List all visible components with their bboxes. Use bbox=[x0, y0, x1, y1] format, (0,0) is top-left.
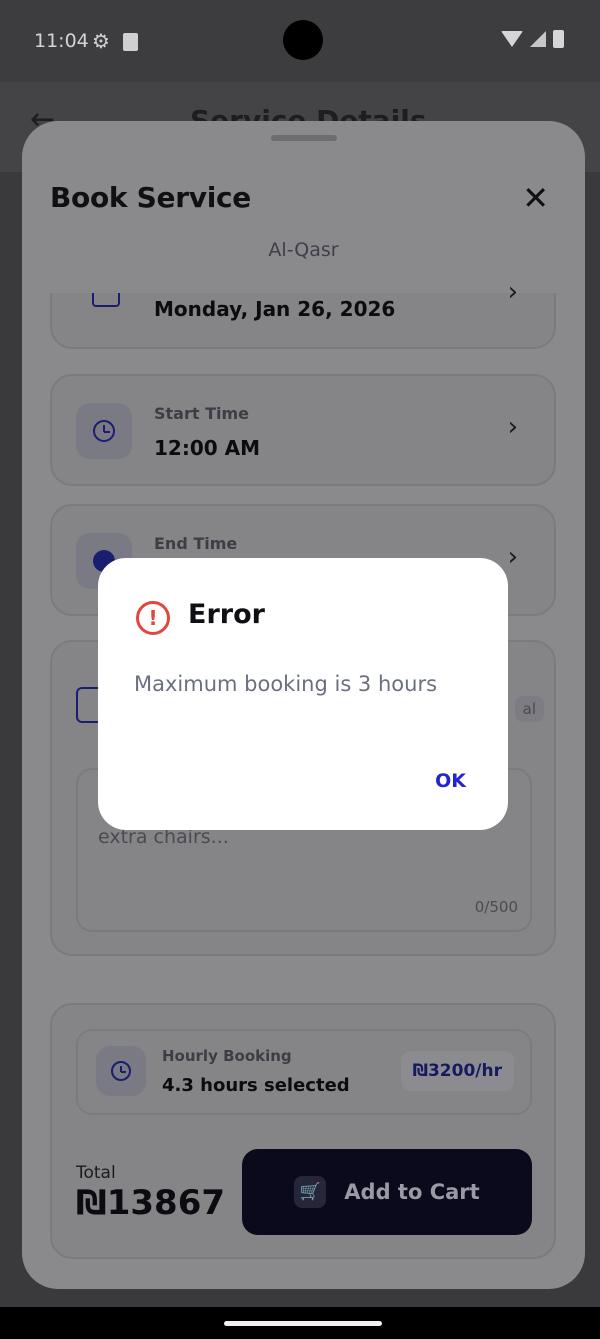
start-time-value: 12:00 AM bbox=[154, 436, 261, 460]
hourly-booking-row: Hourly Booking 4.3 hours selected ₪3200/… bbox=[76, 1029, 532, 1115]
sheet-title: Book Service bbox=[50, 181, 251, 214]
hours-selected: 4.3 hours selected bbox=[162, 1075, 350, 1096]
start-time-card[interactable]: Start Time 12:00 AM › bbox=[50, 374, 556, 486]
error-dialog: ! Error Maximum booking is 3 hours OK bbox=[98, 558, 508, 830]
total-value: ₪13867 bbox=[76, 1183, 226, 1223]
home-gesture-pill[interactable] bbox=[224, 1321, 382, 1326]
start-time-label: Start Time bbox=[154, 404, 249, 423]
optional-badge: al bbox=[514, 696, 544, 722]
dialog-message: Maximum booking is 3 hours bbox=[134, 672, 438, 696]
wifi-icon bbox=[501, 31, 523, 47]
end-time-label: End Time bbox=[154, 534, 238, 553]
chevron-right-icon: › bbox=[507, 542, 518, 572]
settings-status-icon: ⚙ bbox=[92, 29, 110, 53]
dialog-title: Error bbox=[188, 599, 265, 630]
clock-icon bbox=[96, 1046, 146, 1096]
clock-icon bbox=[76, 403, 132, 459]
summary-card: Hourly Booking 4.3 hours selected ₪3200/… bbox=[50, 1003, 556, 1259]
add-to-cart-label: Add to Cart bbox=[344, 1180, 480, 1204]
char-counter: 0/500 bbox=[474, 898, 518, 916]
hourly-booking-label: Hourly Booking bbox=[162, 1047, 292, 1065]
add-cart-icon: 🛒 bbox=[294, 1176, 327, 1208]
date-card[interactable]: Monday, Jan 26, 2026 › bbox=[50, 277, 556, 349]
service-name: Al-Qasr bbox=[268, 239, 339, 261]
status-icons bbox=[501, 30, 564, 48]
ok-button[interactable]: OK bbox=[435, 770, 466, 792]
close-icon[interactable]: ✕ bbox=[522, 179, 549, 217]
system-nav-bar bbox=[0, 1307, 600, 1339]
add-to-cart-button[interactable]: 🛒 Add to Cart bbox=[242, 1149, 532, 1235]
chevron-right-icon: › bbox=[507, 277, 518, 307]
hourly-rate-badge: ₪3200/hr bbox=[400, 1051, 514, 1091]
sd-card-icon bbox=[123, 33, 138, 51]
date-value: Monday, Jan 26, 2026 bbox=[154, 297, 396, 321]
chevron-right-icon: › bbox=[507, 412, 518, 442]
sheet-drag-handle[interactable] bbox=[271, 135, 337, 141]
status-bar: 11:04 ⚙ bbox=[0, 0, 600, 82]
camera-cutout bbox=[283, 20, 323, 60]
calendar-icon bbox=[92, 293, 120, 307]
error-alert-icon: ! bbox=[136, 601, 170, 635]
battery-icon bbox=[553, 30, 564, 48]
total-label: Total bbox=[76, 1163, 116, 1183]
signal-icon bbox=[530, 31, 546, 47]
status-time: 11:04 bbox=[34, 30, 89, 52]
